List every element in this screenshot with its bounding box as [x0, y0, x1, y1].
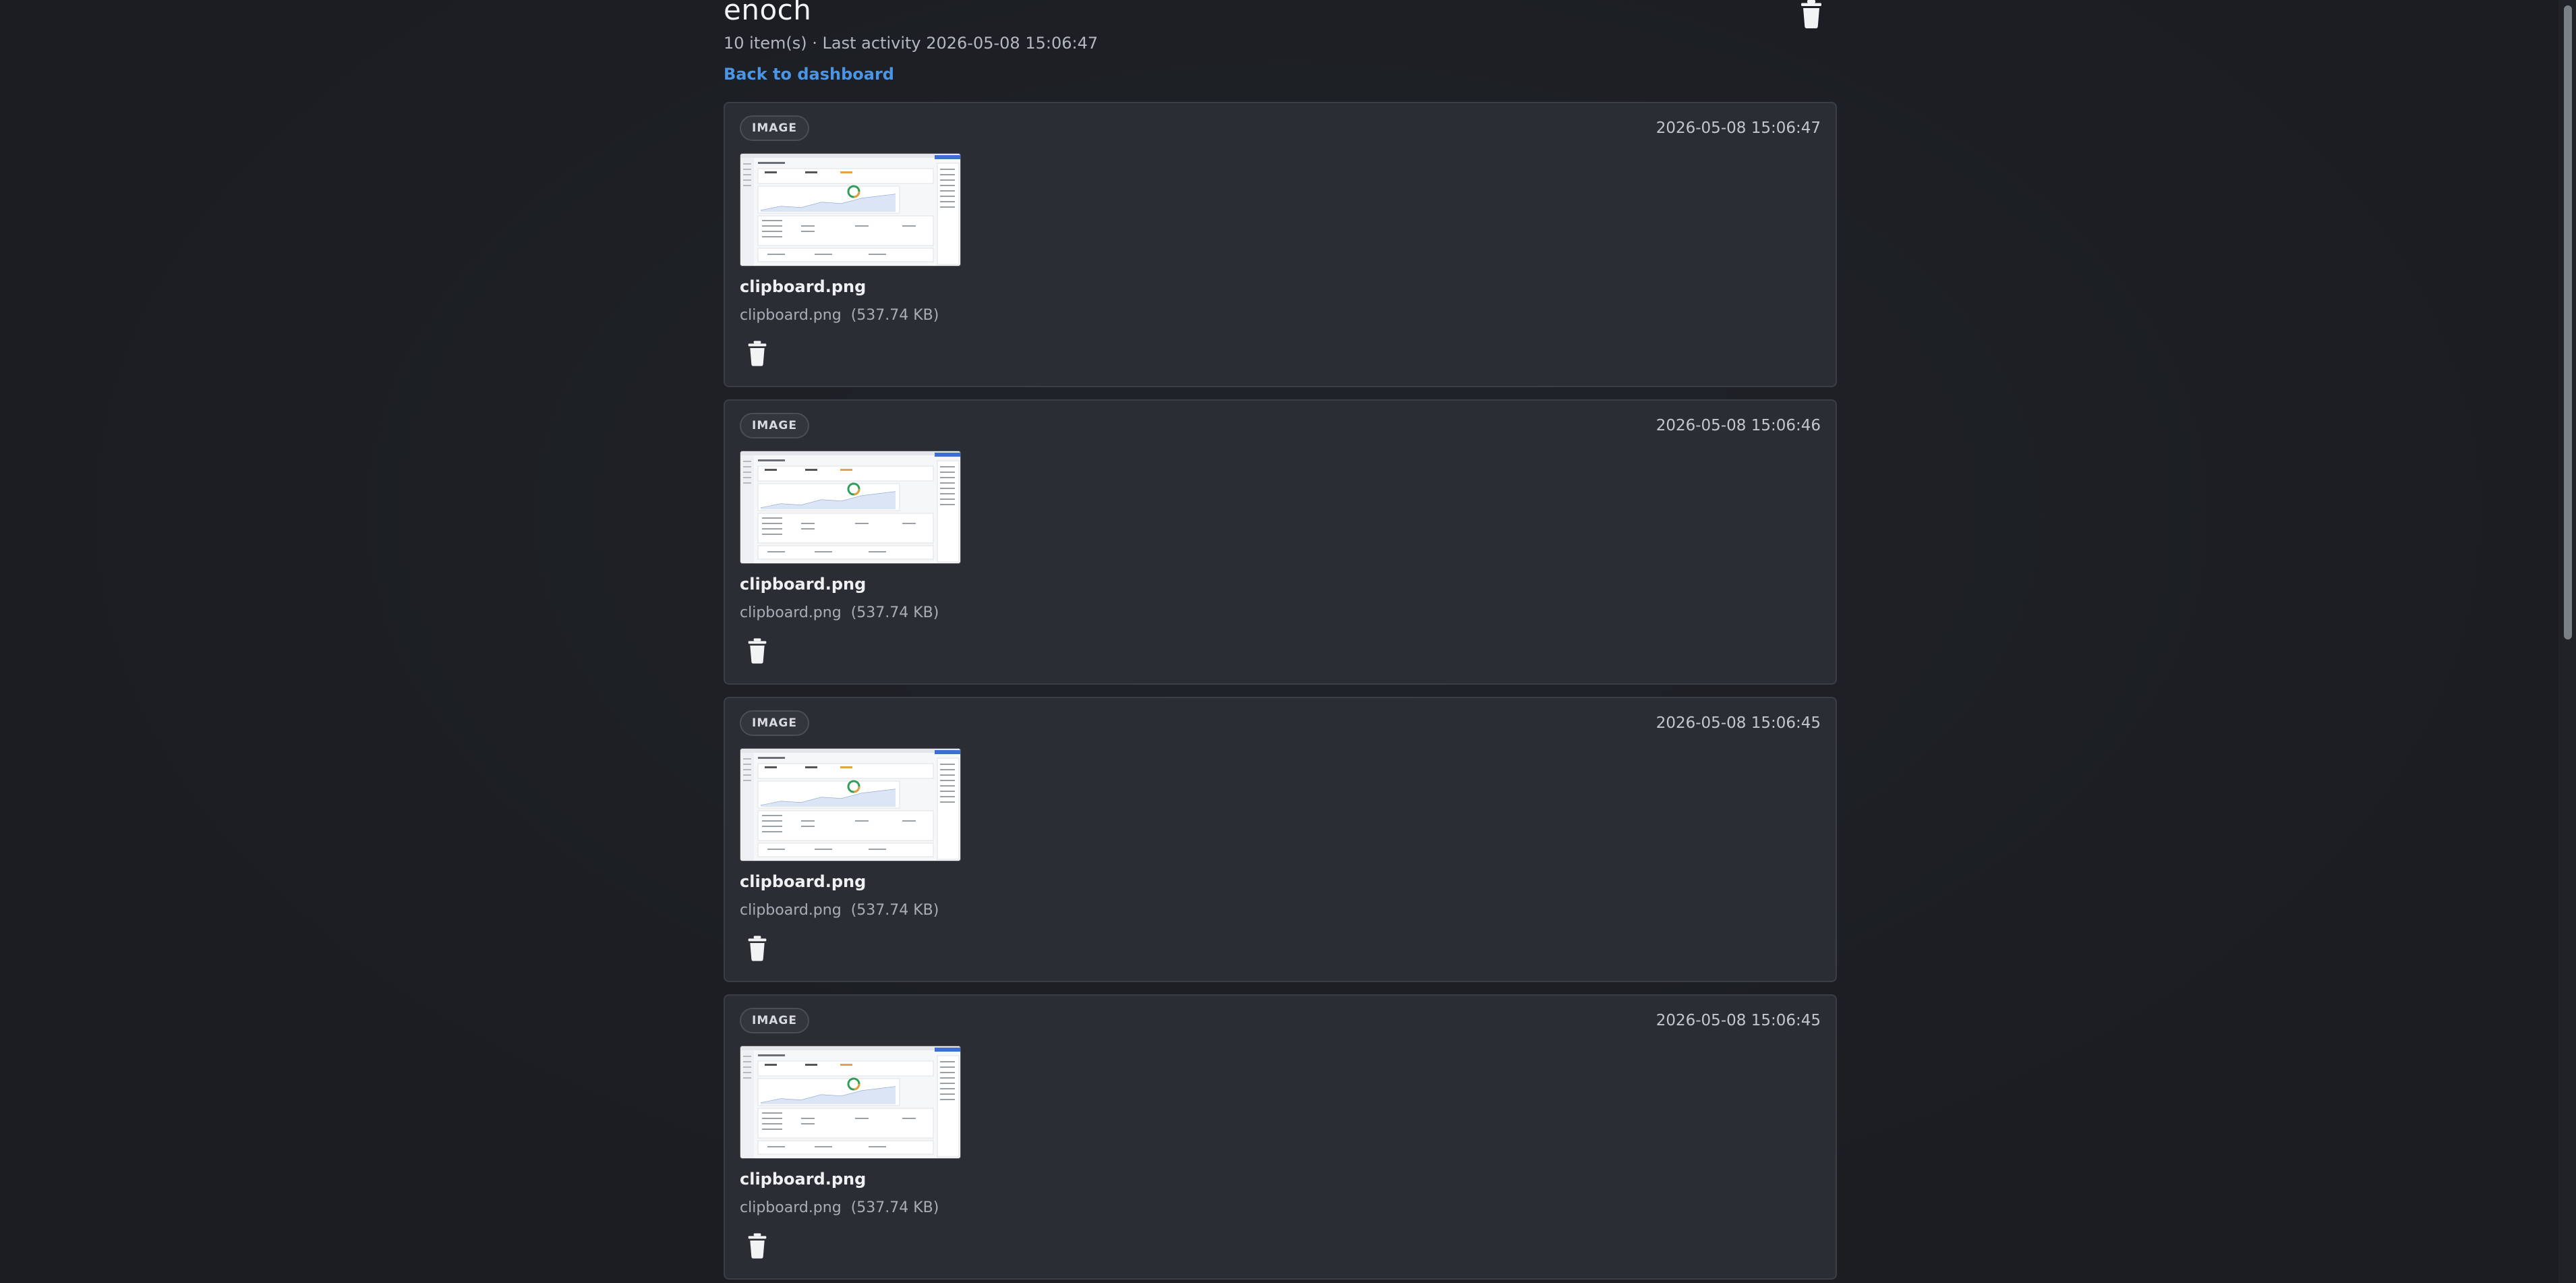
thumbnail-preview: [740, 451, 960, 563]
scrollbar[interactable]: [2558, 0, 2576, 1283]
item-timestamp: 2026-05-08 15:06:45: [1656, 1012, 1821, 1029]
image-thumbnail[interactable]: [740, 748, 961, 861]
thumbnail-preview: [740, 154, 960, 266]
file-info: clipboard.png (537.74 KB): [740, 604, 939, 621]
file-info: clipboard.png (537.74 KB): [740, 1199, 939, 1216]
image-thumbnail[interactable]: [740, 153, 961, 266]
item-title: clipboard.png: [740, 277, 867, 296]
type-badge: IMAGE: [740, 1008, 809, 1033]
item-timestamp: 2026-05-08 15:06:47: [1656, 119, 1821, 137]
delete-item-trash-icon[interactable]: [747, 341, 768, 366]
page-meta: 10 item(s) · Last activity 2026-05-08 15…: [724, 34, 1099, 53]
item-timestamp: 2026-05-08 15:06:46: [1656, 417, 1821, 434]
file-info: clipboard.png (537.74 KB): [740, 902, 939, 919]
item-timestamp: 2026-05-08 15:06:45: [1656, 714, 1821, 732]
file-name: clipboard.png: [740, 307, 842, 324]
page-title: enoch: [724, 0, 812, 26]
image-thumbnail[interactable]: [740, 1046, 961, 1159]
main-content: enoch 10 item(s) · Last activity 2026-05…: [724, 0, 1837, 1280]
delete-item-trash-icon[interactable]: [747, 638, 768, 664]
back-to-dashboard-link[interactable]: Back to dashboard: [724, 65, 894, 84]
item-card: IMAGE 2026-05-08 15:06:46 clipboard.png …: [724, 399, 1837, 685]
image-thumbnail[interactable]: [740, 451, 961, 564]
delete-item-trash-icon[interactable]: [747, 936, 768, 961]
item-title: clipboard.png: [740, 1170, 867, 1189]
file-name: clipboard.png: [740, 1199, 842, 1216]
page-header: enoch 10 item(s) · Last activity 2026-05…: [724, 0, 1837, 101]
item-card: IMAGE 2026-05-08 15:06:47 clipboard.png …: [724, 102, 1837, 387]
type-badge: IMAGE: [740, 710, 809, 736]
scrollbar-thumb[interactable]: [2564, 5, 2572, 639]
file-name: clipboard.png: [740, 604, 842, 621]
file-size: (537.74 KB): [850, 604, 939, 621]
thumbnail-preview: [740, 1046, 960, 1158]
file-size: (537.74 KB): [850, 902, 939, 919]
item-card: IMAGE 2026-05-08 15:06:45 clipboard.png …: [724, 994, 1837, 1280]
delete-item-trash-icon[interactable]: [747, 1233, 768, 1259]
type-badge: IMAGE: [740, 115, 809, 141]
type-badge: IMAGE: [740, 413, 809, 438]
file-size: (537.74 KB): [850, 1199, 939, 1216]
file-info: clipboard.png (537.74 KB): [740, 307, 939, 324]
delete-all-trash-icon[interactable]: [1799, 0, 1823, 28]
page: enoch 10 item(s) · Last activity 2026-05…: [0, 0, 2576, 1283]
file-name: clipboard.png: [740, 902, 842, 919]
item-title: clipboard.png: [740, 575, 867, 594]
item-card: IMAGE 2026-05-08 15:06:45 clipboard.png …: [724, 697, 1837, 982]
item-title: clipboard.png: [740, 872, 867, 891]
thumbnail-preview: [740, 749, 960, 861]
file-size: (537.74 KB): [850, 307, 939, 324]
